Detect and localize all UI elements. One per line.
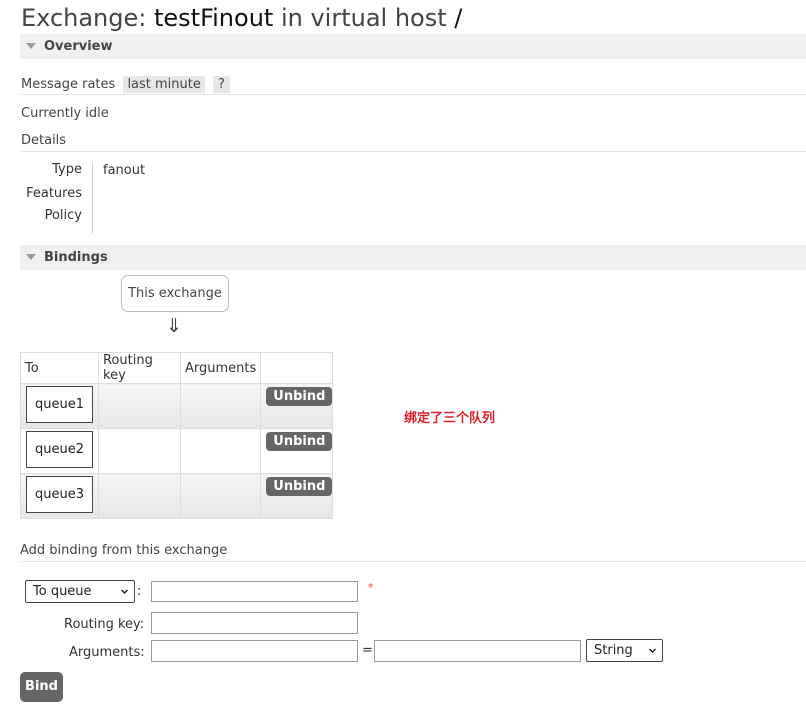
down-arrow-icon: ⇓ (166, 315, 182, 337)
details-separator (92, 163, 93, 233)
divider (20, 561, 806, 562)
features-label: Features (26, 186, 82, 201)
binding-arguments-cell (179, 428, 262, 474)
chevron-down-icon (121, 589, 128, 594)
overview-title: Overview (44, 39, 113, 54)
routing-key-label: Routing key: (64, 617, 145, 632)
message-rates-label: Message rates (21, 77, 116, 92)
arguments-label: Arguments: (69, 645, 145, 660)
binding-destination-cell: queue1 (20, 383, 99, 429)
column-header-routing-key: Routing key (98, 352, 181, 384)
this-exchange-box: This exchange (121, 275, 229, 312)
exchange-name: testFinout (153, 4, 274, 32)
binding-routing-key-cell (98, 428, 181, 474)
bindings-table: To Routing key Arguments queue1 Unbind q… (20, 352, 334, 519)
binding-action-cell: Unbind (260, 473, 334, 519)
binding-routing-key-cell (98, 473, 181, 519)
annotation-note: 绑定了三个队列 (404, 411, 496, 426)
divider (20, 94, 806, 95)
table-row: queue2 Unbind (20, 428, 334, 474)
bindings-section-toggle[interactable]: Bindings (20, 245, 806, 270)
rate-period-button[interactable]: last minute (123, 76, 205, 93)
column-header-to: To (20, 352, 99, 384)
queue-link[interactable]: queue3 (26, 476, 93, 513)
policy-label: Policy (44, 208, 82, 223)
collapse-triangle-icon (26, 43, 36, 49)
type-label: Type (52, 162, 82, 177)
routing-key-input[interactable] (151, 612, 358, 634)
binding-arguments-cell (179, 473, 262, 519)
vhost-name: / (454, 4, 463, 32)
binding-destination-cell: queue3 (20, 473, 99, 519)
overview-section-toggle[interactable]: Overview (20, 34, 806, 59)
colon-separator: : (137, 584, 142, 599)
status-text: Currently idle (21, 106, 109, 121)
queue-link[interactable]: queue1 (26, 386, 93, 423)
argument-value-input[interactable] (374, 640, 581, 662)
equals-sign: = (362, 643, 373, 658)
binding-action-cell: Unbind (260, 383, 334, 429)
unbind-button[interactable]: Unbind (266, 432, 333, 451)
table-header-row: To Routing key Arguments (20, 352, 334, 384)
chevron-down-icon (649, 648, 656, 653)
required-marker: * (368, 581, 374, 594)
divider (20, 151, 806, 152)
destination-type-value: To queue (33, 584, 92, 599)
argument-type-value: String (594, 643, 633, 658)
add-binding-heading: Add binding from this exchange (20, 543, 228, 558)
title-prefix: Exchange: (21, 4, 154, 32)
page-title: Exchange: testFinout in virtual host / (21, 4, 462, 32)
help-button[interactable]: ? (213, 76, 230, 93)
table-row: queue1 Unbind (20, 383, 334, 429)
collapse-triangle-icon (26, 254, 36, 260)
argument-type-select[interactable]: String (586, 639, 663, 662)
binding-routing-key-cell (98, 383, 181, 429)
queue-link[interactable]: queue2 (26, 431, 93, 468)
destination-type-select[interactable]: To queue (25, 580, 135, 603)
title-middle: in virtual host (273, 4, 455, 32)
table-row: queue3 Unbind (20, 473, 334, 519)
column-header-actions (260, 352, 334, 384)
unbind-button[interactable]: Unbind (266, 477, 333, 496)
argument-key-input[interactable] (151, 640, 358, 662)
bindings-title: Bindings (44, 250, 108, 265)
message-rates-row: Message rates last minute ? (21, 76, 230, 93)
unbind-button[interactable]: Unbind (266, 387, 333, 406)
type-value: fanout (103, 163, 146, 178)
binding-destination-cell: queue2 (20, 428, 99, 474)
binding-arguments-cell (179, 383, 262, 429)
binding-action-cell: Unbind (260, 428, 334, 474)
destination-input[interactable] (151, 581, 358, 602)
column-header-arguments: Arguments (179, 352, 262, 384)
details-heading: Details (21, 133, 67, 148)
bind-button[interactable]: Bind (20, 672, 63, 702)
